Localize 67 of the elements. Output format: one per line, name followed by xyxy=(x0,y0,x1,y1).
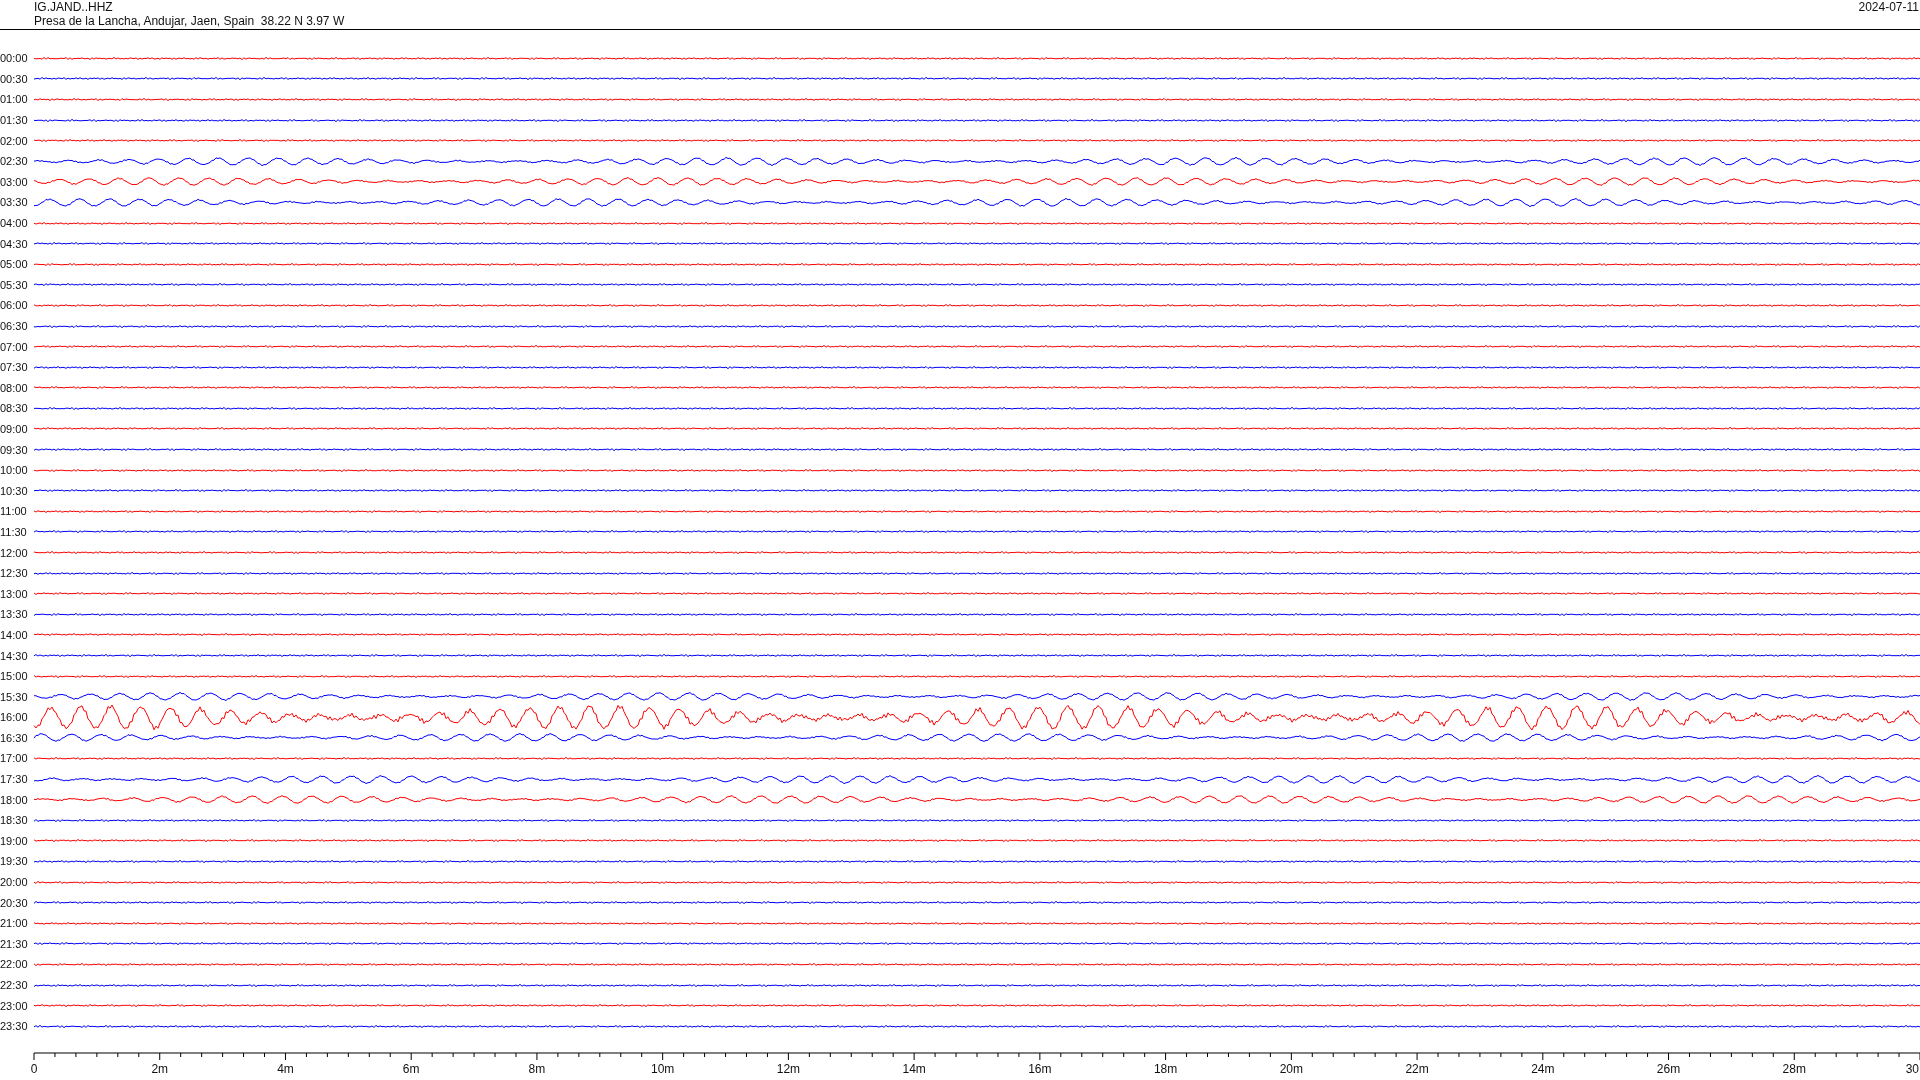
axis-tick-label: 4m xyxy=(277,1061,294,1076)
hour-label: 06:30 xyxy=(0,320,29,332)
axis-tick-label: 2m xyxy=(151,1061,169,1076)
hour-label: 15:00 xyxy=(0,670,29,683)
plot-date: 2024-07-11 xyxy=(1858,0,1920,16)
hour-label: 23:00 xyxy=(0,999,29,1012)
hour-label: 08:30 xyxy=(0,402,29,415)
axis-tick-label: 28m xyxy=(1782,1061,1806,1076)
hour-label: 14:00 xyxy=(0,628,29,641)
hour-label: 19:00 xyxy=(0,834,29,847)
hour-label: 21:00 xyxy=(0,917,29,930)
hour-label: 09:00 xyxy=(0,423,29,435)
hour-label: 07:00 xyxy=(0,340,29,353)
axis-tick-label: 16m xyxy=(1028,1061,1052,1076)
hour-label: 05:00 xyxy=(0,258,29,271)
hour-label: 08:00 xyxy=(0,381,29,394)
hour-label: 18:00 xyxy=(0,793,29,806)
hour-label: 00:00 xyxy=(0,52,29,65)
hour-label: 06:00 xyxy=(0,299,29,312)
axis-tick-label: 14m xyxy=(902,1061,926,1076)
hour-label: 10:00 xyxy=(0,464,29,477)
hour-label: 18:30 xyxy=(0,814,29,827)
hour-label: 23:30 xyxy=(0,1020,29,1033)
axis-tick-label: 6m xyxy=(402,1061,420,1076)
axis-tick-label: 26m xyxy=(1656,1061,1681,1076)
hour-label: 12:30 xyxy=(0,567,29,580)
hour-label: 02:30 xyxy=(0,155,29,168)
hour-label: 09:30 xyxy=(0,443,29,456)
hour-label: 16:00 xyxy=(0,711,29,724)
hour-label: 03:30 xyxy=(0,196,29,209)
axis-tick-label: 24m xyxy=(1531,1061,1555,1076)
station-location: Presa de la Lancha, Andujar, Jaen, Spain 38.22 N 3.97 W xyxy=(34,14,345,28)
hour-label: 01:00 xyxy=(0,93,29,106)
hour-label: 01:30 xyxy=(0,114,29,127)
hour-label: 02:00 xyxy=(0,134,29,147)
hour-label: 13:30 xyxy=(0,608,29,621)
hour-label: 07:30 xyxy=(0,361,29,374)
station-code: IG.JAND..HHZ xyxy=(34,0,114,14)
hour-label: 20:30 xyxy=(0,896,29,909)
hour-label: 04:00 xyxy=(0,217,29,230)
hour-label: 14:30 xyxy=(0,649,29,662)
hour-label: 04:30 xyxy=(0,237,29,250)
hour-label: 03:00 xyxy=(0,175,29,188)
hour-label: 05:30 xyxy=(0,278,29,291)
axis-tick-label: 10m xyxy=(651,1061,675,1076)
hour-label: 21:30 xyxy=(0,937,29,950)
hour-label: 00:30 xyxy=(0,72,29,85)
hour-label: 11:00 xyxy=(0,505,28,518)
hour-label: 16:30 xyxy=(0,731,29,744)
hour-label: 22:30 xyxy=(0,979,29,991)
hour-label: 22:00 xyxy=(0,958,29,971)
axis-tick-label: 20m xyxy=(1279,1061,1303,1076)
hour-label: 15:30 xyxy=(0,690,29,703)
hour-label: 11:30 xyxy=(0,525,28,538)
hour-label: 17:00 xyxy=(0,752,29,765)
axis-tick-label: 30 xyxy=(1905,1061,1919,1076)
axis-tick-label: 0 xyxy=(30,1061,38,1076)
hour-label: 10:30 xyxy=(0,484,29,497)
axis-tick-label: 12m xyxy=(776,1061,801,1076)
hour-label: 19:30 xyxy=(0,855,29,868)
hour-label: 13:00 xyxy=(0,587,29,600)
hour-label: 20:00 xyxy=(0,876,29,889)
axis-tick-label: 22m xyxy=(1405,1061,1429,1076)
axis-tick-label: 8m xyxy=(528,1061,546,1076)
hour-label: 12:00 xyxy=(0,546,29,559)
hour-label: 17:30 xyxy=(0,773,29,786)
axis-tick-label: 18m xyxy=(1153,1061,1178,1076)
